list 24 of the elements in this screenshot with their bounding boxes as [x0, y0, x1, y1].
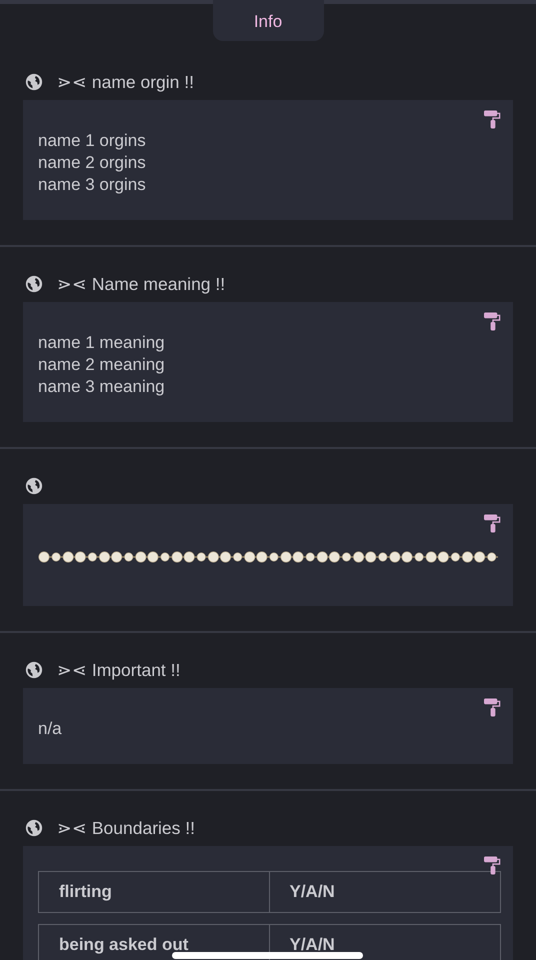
section-title: ⋗⋖ Name meaning !!: [57, 274, 226, 294]
card-text-line: name 1 orgins: [38, 130, 147, 152]
card-text-line: name 2 meaning: [38, 354, 166, 376]
section-title: ⋗⋖ name orgin !!: [57, 72, 194, 92]
globe-icon: [25, 819, 43, 837]
card-text-line: name 3 meaning: [38, 376, 166, 398]
globe-icon: [25, 477, 43, 495]
globe-icon: [25, 661, 43, 679]
paint-roller-icon[interactable]: [484, 110, 501, 129]
section-title: ⋗⋖ Important !!: [57, 660, 180, 680]
paint-roller-icon[interactable]: [484, 856, 501, 875]
section-title: ⋗⋖ Boundaries !!: [57, 818, 195, 838]
paint-roller-icon[interactable]: [484, 698, 501, 717]
paint-roller-icon[interactable]: [484, 312, 501, 331]
globe-icon: [25, 275, 43, 293]
card-text-line: name 3 orgins: [38, 174, 147, 196]
info-tab[interactable]: Info: [212, 0, 324, 41]
card-text-line: name 1 meaning: [38, 332, 166, 354]
globe-icon: [25, 73, 43, 91]
table-cell: flirting: [38, 871, 270, 913]
card-text-line: n/a: [38, 718, 63, 740]
card-text-line: name 2 orgins: [38, 152, 147, 174]
paint-roller-icon[interactable]: [484, 514, 501, 533]
table-cell: Y/A/N: [270, 871, 501, 913]
